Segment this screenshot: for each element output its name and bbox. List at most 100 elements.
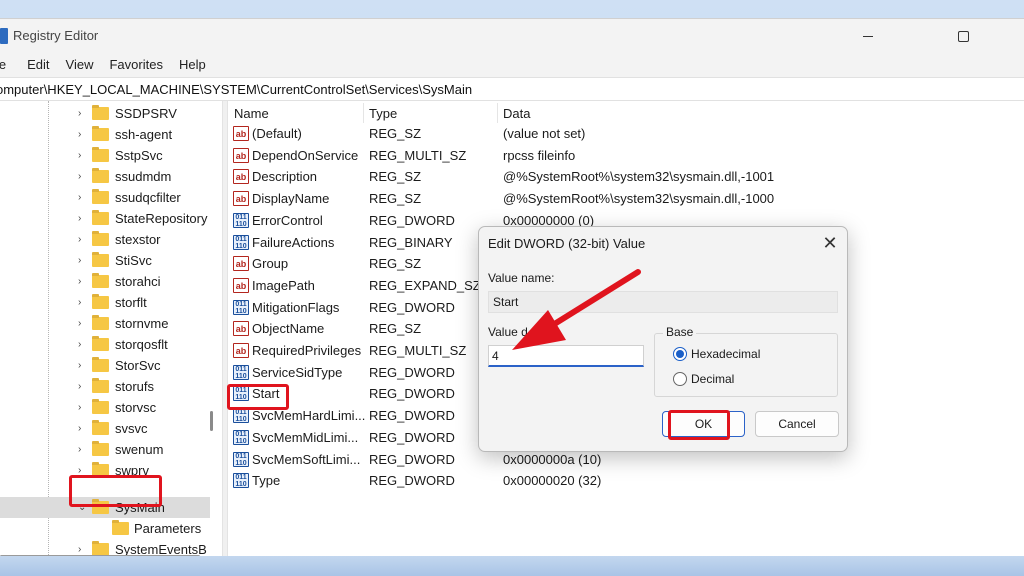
value-row[interactable]: ab DependOnService REG_MULTI_SZ rpcss filei… — [229, 145, 1024, 167]
tree-item[interactable]: › storqosflt — [0, 334, 210, 355]
string-value-icon: ab — [233, 191, 249, 207]
binary-value-icon: 011 110 — [233, 299, 249, 315]
close-icon[interactable]: ✕ — [819, 232, 841, 254]
value-name: SvcMemSoftLimi... — [252, 451, 361, 467]
cancel-button[interactable]: Cancel — [755, 411, 839, 437]
chevron-right-icon[interactable]: › — [78, 444, 81, 455]
tree-item[interactable]: › StorSvc — [0, 355, 210, 376]
address-path[interactable]: omputer\HKEY_LOCAL_MACHINE\SYSTEM\Curren… — [0, 82, 472, 97]
folder-icon — [92, 294, 109, 309]
tree-item[interactable]: › SstpSvc — [0, 145, 210, 166]
menu-favorites[interactable]: Favorites — [101, 53, 170, 77]
tree-item[interactable]: › ssudqcfilter — [0, 187, 210, 208]
maximize-button[interactable] — [940, 19, 986, 53]
value-type: REG_SZ — [369, 256, 422, 272]
chevron-right-icon[interactable]: › — [78, 150, 81, 161]
tree-item[interactable]: › storufs — [0, 376, 210, 397]
minimize-button[interactable] — [845, 19, 891, 53]
tree-item-label: SstpSvc — [115, 148, 163, 163]
folder-icon — [92, 126, 109, 141]
string-value-icon: ab — [233, 321, 249, 337]
list-header: Name Type Data — [229, 101, 1024, 125]
chevron-right-icon[interactable]: › — [78, 381, 81, 392]
value-name: Description — [252, 169, 318, 185]
value-name-label: Value name: — [488, 271, 555, 285]
chevron-right-icon[interactable]: › — [78, 108, 81, 119]
value-row[interactable]: 011 110 Type REG_DWORD 0x00000020 (32) — [229, 470, 1024, 492]
folder-icon — [92, 273, 109, 288]
tree-item[interactable]: › svsvc — [0, 418, 210, 439]
chevron-right-icon[interactable]: › — [78, 360, 81, 371]
tree-item-parameters[interactable]: Parameters — [0, 518, 210, 539]
decimal-label[interactable]: Decimal — [691, 372, 734, 386]
desktop-strip — [0, 556, 1024, 576]
title-bar: Registry Editor — [0, 19, 1024, 53]
value-data: @%SystemRoot%\system32\sysmain.dll,-1001 — [503, 169, 775, 185]
chevron-right-icon[interactable]: › — [78, 402, 81, 413]
value-type: REG_BINARY — [369, 234, 453, 250]
value-row[interactable]: ab (Default) REG_SZ (value not set) — [229, 123, 1024, 145]
tree-item[interactable]: › swenum — [0, 439, 210, 460]
chevron-right-icon[interactable]: › — [78, 129, 81, 140]
menu-edit[interactable]: Edit — [19, 53, 57, 77]
tree-item[interactable]: › StiSvc — [0, 250, 210, 271]
chevron-right-icon[interactable]: › — [78, 318, 81, 329]
tree-scrollbar[interactable] — [210, 411, 213, 431]
menu-help[interactable]: Help — [171, 53, 214, 77]
tree-item[interactable]: › StateRepository — [0, 208, 210, 229]
tree-item[interactable]: › ssh-agent — [0, 124, 210, 145]
chevron-right-icon[interactable]: › — [78, 255, 81, 266]
tree-item[interactable]: › storahci — [0, 271, 210, 292]
value-type: REG_MULTI_SZ — [369, 343, 467, 358]
decimal-radio[interactable] — [673, 372, 687, 386]
value-name: RequiredPrivileges — [252, 343, 362, 358]
value-name: DependOnService — [252, 147, 359, 163]
tree-item[interactable]: › ssudmdm — [0, 166, 210, 187]
value-type: REG_SZ — [369, 321, 422, 337]
tree-item-label: storvsc — [115, 400, 157, 415]
tree-item[interactable]: › storflt — [0, 292, 210, 313]
column-header-data[interactable]: Data — [503, 106, 530, 121]
folder-icon — [92, 189, 109, 204]
value-name: ServiceSidType — [252, 364, 343, 380]
hexadecimal-radio[interactable] — [673, 347, 687, 361]
value-data: rpcss fileinfo — [503, 147, 576, 163]
tree-item-label: StorSvc — [115, 358, 161, 373]
chevron-right-icon[interactable]: › — [78, 544, 81, 555]
tree-item-label: storqosflt — [115, 337, 168, 352]
maximize-icon — [957, 30, 969, 42]
chevron-right-icon[interactable]: › — [78, 423, 81, 434]
chevron-right-icon[interactable]: › — [78, 234, 81, 245]
value-row[interactable]: ab Description REG_SZ @%SystemRoot%\system3… — [229, 166, 1024, 188]
tree-item[interactable]: › stexstor — [0, 229, 210, 250]
value-name: FailureActions — [252, 234, 335, 250]
tree-item[interactable]: › stornvme — [0, 313, 210, 334]
value-data-input[interactable] — [488, 345, 644, 367]
menu-view[interactable]: View — [58, 53, 102, 77]
folder-icon — [92, 315, 109, 330]
value-row[interactable]: ab DisplayName REG_SZ @%SystemRoot%\system3… — [229, 188, 1024, 210]
folder-icon — [92, 231, 109, 246]
tree-item[interactable]: › SSDPSRV — [0, 103, 210, 124]
folder-icon — [92, 147, 109, 162]
menu-file[interactable]: le — [0, 53, 19, 77]
column-divider[interactable] — [363, 103, 364, 123]
pane-splitter[interactable] — [222, 101, 228, 557]
hexadecimal-label[interactable]: Hexadecimal — [691, 347, 760, 361]
column-header-name[interactable]: Name — [234, 106, 269, 121]
value-type: REG_MULTI_SZ — [369, 147, 467, 163]
column-divider[interactable] — [497, 103, 498, 123]
edit-dword-dialog: Edit DWORD (32-bit) Value ✕ Value name: … — [478, 226, 848, 452]
chevron-right-icon[interactable]: › — [78, 192, 81, 203]
chevron-right-icon[interactable]: › — [78, 171, 81, 182]
chevron-right-icon[interactable]: › — [78, 276, 81, 287]
chevron-right-icon[interactable]: › — [78, 339, 81, 350]
value-name-field: Start — [488, 291, 838, 313]
chevron-right-icon[interactable]: › — [78, 213, 81, 224]
chevron-right-icon[interactable]: › — [78, 297, 81, 308]
address-bar[interactable]: omputer\HKEY_LOCAL_MACHINE\SYSTEM\Curren… — [0, 77, 1024, 101]
column-header-type[interactable]: Type — [369, 106, 397, 121]
tree-item[interactable]: › storvsc — [0, 397, 210, 418]
value-name: ErrorControl — [252, 212, 323, 228]
tree-item-label: stornvme — [115, 316, 169, 331]
